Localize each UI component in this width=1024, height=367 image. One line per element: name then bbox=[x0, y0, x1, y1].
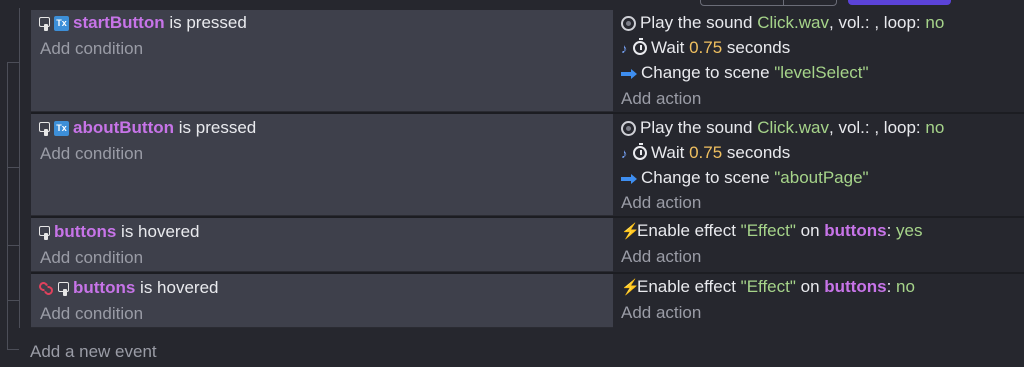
async-note-icon: ♪ bbox=[621, 145, 628, 161]
text-object-icon: Tx bbox=[54, 120, 69, 136]
add-condition-button[interactable]: Add condition bbox=[40, 37, 143, 61]
add-action-button[interactable]: Add action bbox=[621, 87, 701, 111]
scene-arrow-icon bbox=[621, 171, 637, 186]
actions-column[interactable]: ⚡ Enable effect "Effect" on buttons : ye… bbox=[615, 218, 1024, 272]
lightning-icon: ⚡ bbox=[621, 278, 640, 296]
action-wait[interactable]: ♪ Wait 0.75 seconds bbox=[621, 36, 790, 60]
cursor-hand-icon bbox=[39, 16, 50, 31]
action-change-scene[interactable]: Change to scene "levelSelect" bbox=[621, 61, 869, 85]
action-wait[interactable]: ♪ Wait 0.75 seconds bbox=[621, 141, 790, 165]
timer-icon bbox=[633, 143, 647, 160]
tree-branch bbox=[7, 300, 19, 301]
action-play-sound[interactable]: Play the sound Click.wav , vol.: , loop:… bbox=[621, 11, 944, 35]
sound-icon bbox=[621, 120, 636, 136]
add-condition-button[interactable]: Add condition bbox=[40, 142, 143, 166]
conditions-column[interactable]: buttons is hovered Add condition bbox=[31, 218, 613, 272]
action-enable-effect[interactable]: ⚡ Enable effect "Effect" on buttons : no bbox=[621, 275, 915, 299]
event-row[interactable]: buttons is hovered Add condition ⚡ Enabl… bbox=[19, 274, 1024, 328]
event-row[interactable]: buttons is hovered Add condition ⚡ Enabl… bbox=[19, 218, 1024, 272]
add-action-button[interactable]: Add action bbox=[621, 191, 701, 215]
conditions-column[interactable]: buttons is hovered Add condition bbox=[31, 274, 613, 328]
tree-branch bbox=[7, 167, 19, 168]
top-toolbar bbox=[0, 0, 1024, 8]
conditions-column[interactable]: Tx aboutButton is pressed Add condition bbox=[31, 114, 613, 216]
condition[interactable]: Tx aboutButton is pressed bbox=[39, 116, 256, 140]
text-object-icon: Tx bbox=[54, 15, 69, 31]
action-play-sound[interactable]: Play the sound Click.wav , vol.: , loop:… bbox=[621, 116, 944, 140]
async-note-icon: ♪ bbox=[621, 40, 628, 56]
toolbar-button-divider bbox=[783, 0, 784, 6]
condition[interactable]: buttons is hovered bbox=[39, 220, 200, 244]
add-action-button[interactable]: Add action bbox=[621, 245, 701, 269]
actions-column[interactable]: Play the sound Click.wav , vol.: , loop:… bbox=[615, 114, 1024, 216]
add-new-event-button[interactable]: Add a new event bbox=[30, 340, 157, 364]
condition[interactable]: buttons is hovered bbox=[39, 276, 219, 300]
event-row[interactable]: Tx aboutButton is pressed Add condition … bbox=[19, 114, 1024, 216]
action-enable-effect[interactable]: ⚡ Enable effect "Effect" on buttons : ye… bbox=[621, 219, 923, 243]
lightning-icon: ⚡ bbox=[621, 222, 640, 240]
tree-branch bbox=[7, 62, 19, 63]
condition[interactable]: Tx startButton is pressed bbox=[39, 11, 247, 35]
add-condition-button[interactable]: Add condition bbox=[40, 302, 143, 326]
toolbar-outline-button[interactable] bbox=[700, 0, 837, 6]
cursor-hand-icon bbox=[58, 281, 69, 296]
add-condition-button[interactable]: Add condition bbox=[40, 246, 143, 270]
cursor-hand-icon bbox=[39, 121, 50, 136]
event-row[interactable]: Tx startButton is pressed Add condition … bbox=[19, 10, 1024, 112]
tree-line bbox=[7, 62, 8, 349]
add-action-button[interactable]: Add action bbox=[621, 301, 701, 325]
sound-icon bbox=[621, 15, 636, 31]
invert-icon bbox=[39, 281, 54, 296]
toolbar-primary-button[interactable] bbox=[848, 0, 951, 5]
conditions-column[interactable]: Tx startButton is pressed Add condition bbox=[31, 10, 613, 112]
actions-column[interactable]: ⚡ Enable effect "Effect" on buttons : no… bbox=[615, 274, 1024, 328]
cursor-hand-icon bbox=[39, 225, 50, 240]
action-change-scene[interactable]: Change to scene "aboutPage" bbox=[621, 166, 869, 190]
timer-icon bbox=[633, 38, 647, 55]
tree-branch bbox=[7, 349, 19, 350]
scene-arrow-icon bbox=[621, 66, 637, 81]
actions-column[interactable]: Play the sound Click.wav , vol.: , loop:… bbox=[615, 10, 1024, 112]
tree-branch bbox=[7, 245, 19, 246]
